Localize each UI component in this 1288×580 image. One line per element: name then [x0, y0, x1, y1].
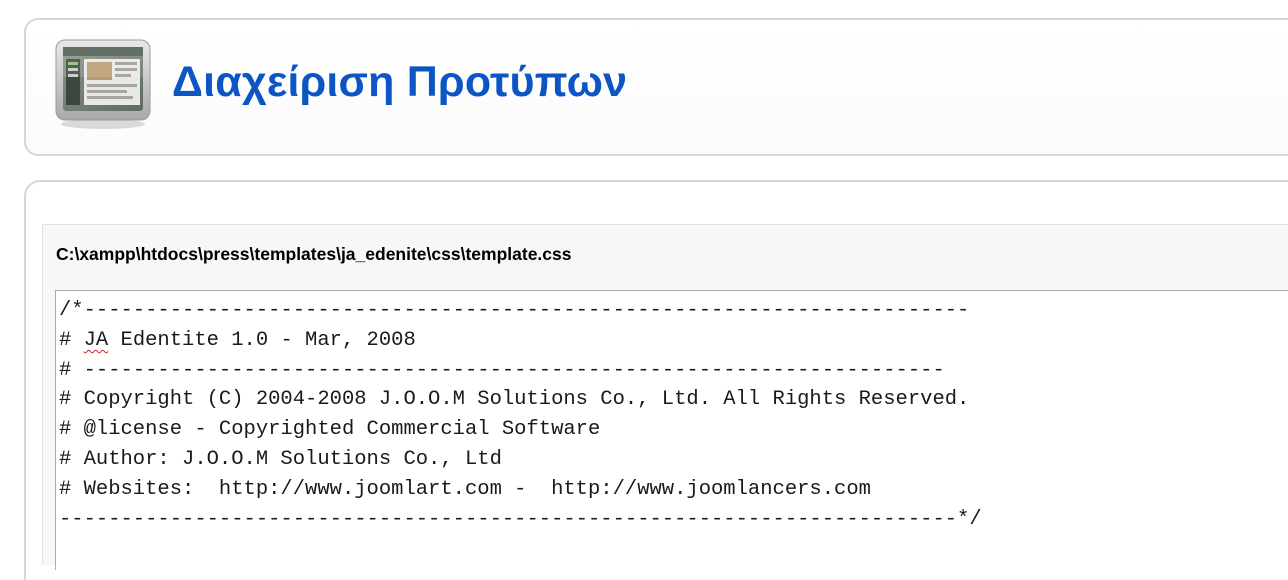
code-line-prefix: #: [59, 328, 84, 352]
code-line: # Author: J.O.O.M Solutions Co., Ltd: [59, 447, 502, 471]
file-path-label: C:\xampp\htdocs\press\templates\ja_edeni…: [56, 244, 572, 264]
template-manager-icon: [55, 39, 151, 129]
code-line: ----------------------------------------…: [59, 507, 982, 531]
code-line-rest: Edentite 1.0 - Mar, 2008: [108, 328, 416, 352]
code-line: # Copyright (C) 2004-2008 J.O.O.M Soluti…: [59, 388, 970, 412]
code-line: # JA Edentite 1.0 - Mar, 2008: [59, 326, 1288, 356]
code-line: # Websites: http://www.joomlart.com - ht…: [59, 477, 871, 501]
code-line: /*--------------------------------------…: [59, 299, 970, 322]
page-title: Διαχείριση Προτύπων: [172, 58, 628, 106]
spellcheck-marked-word: JA: [83, 328, 109, 352]
code-line: # --------------------------------------…: [59, 358, 945, 382]
code-line: # @license - Copyrighted Commercial Soft…: [59, 418, 601, 442]
css-editor-textarea[interactable]: /*--------------------------------------…: [55, 290, 1288, 570]
